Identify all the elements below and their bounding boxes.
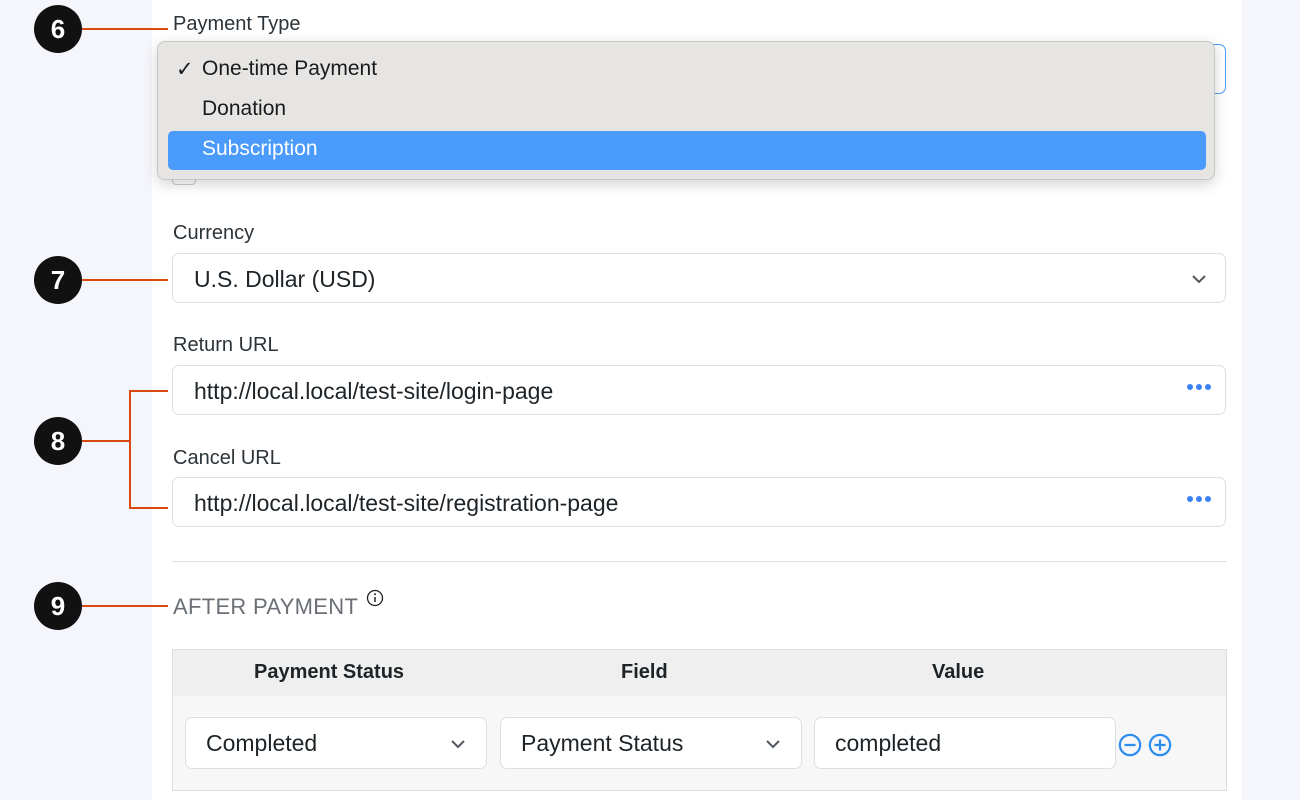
option-label: Donation — [202, 97, 287, 120]
more-options-icon[interactable] — [1187, 384, 1211, 390]
cancel-url-value: http://local.local/test-site/registratio… — [194, 490, 619, 516]
more-options-icon[interactable] — [1187, 496, 1211, 502]
payment-type-dropdown-menu: ✓ One-time Payment Donation Subscription — [157, 41, 1215, 180]
return-url-label: Return URL — [173, 334, 279, 356]
currency-label: Currency — [173, 222, 255, 244]
chevron-down-icon — [766, 740, 780, 749]
field-value: Payment Status — [521, 730, 684, 756]
checkmark-icon: ✓ — [176, 58, 194, 81]
option-label: Subscription — [202, 137, 318, 160]
value-input[interactable]: completed — [814, 717, 1116, 769]
cancel-url-label: Cancel URL — [173, 447, 281, 469]
return-url-value: http://local.local/test-site/login-page — [194, 378, 554, 404]
option-label: One-time Payment — [202, 57, 378, 80]
chevron-down-icon — [451, 740, 465, 749]
add-row-icon[interactable] — [1148, 733, 1172, 757]
column-header-payment-status: Payment Status — [254, 661, 405, 683]
remove-row-icon[interactable] — [1118, 733, 1142, 757]
cancel-url-input[interactable]: http://local.local/test-site/registratio… — [172, 477, 1226, 527]
section-divider — [172, 561, 1227, 562]
value-text: completed — [835, 730, 942, 756]
option-donation[interactable]: Donation — [168, 91, 1206, 130]
option-one-time-payment[interactable]: ✓ One-time Payment — [168, 51, 1206, 90]
step-badge-8: 8 — [34, 417, 82, 465]
field-select[interactable]: Payment Status — [500, 717, 802, 769]
currency-value: U.S. Dollar (USD) — [194, 266, 376, 292]
step-badge-7: 7 — [34, 256, 82, 304]
currency-select[interactable]: U.S. Dollar (USD) — [172, 253, 1226, 303]
after-payment-title-text: AFTER PAYMENT — [173, 594, 358, 619]
chevron-down-icon — [1192, 275, 1206, 284]
payment-type-label: Payment Type — [173, 13, 301, 35]
payment-status-value: Completed — [206, 730, 318, 756]
info-icon[interactable] — [366, 589, 384, 607]
after-payment-title: AFTER PAYMENT — [173, 589, 384, 620]
table-header: Payment Status Field Value — [173, 650, 1226, 696]
step-badge-6: 6 — [34, 5, 82, 53]
column-header-field: Field — [621, 661, 668, 683]
payment-status-select[interactable]: Completed — [185, 717, 487, 769]
step-badge-9: 9 — [34, 582, 82, 630]
after-payment-table: Payment Status Field Value Completed Pay… — [172, 649, 1227, 791]
column-header-value: Value — [932, 661, 985, 683]
return-url-input[interactable]: http://local.local/test-site/login-page — [172, 365, 1226, 415]
option-subscription[interactable]: Subscription — [168, 131, 1206, 170]
